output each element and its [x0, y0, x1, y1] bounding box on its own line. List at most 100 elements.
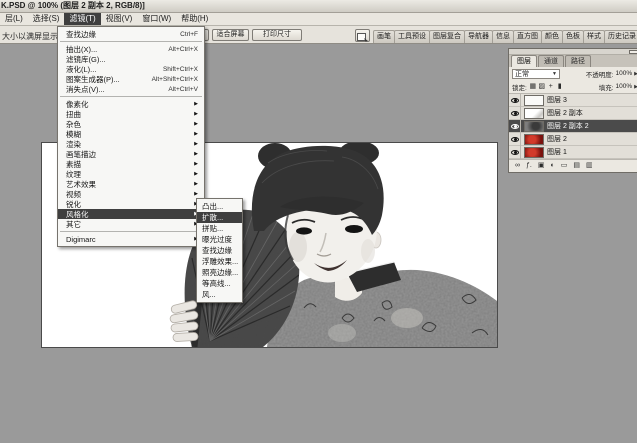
filter-menu-item[interactable]: 渲染 ▶ [58, 139, 204, 149]
menu-bar: 层(L) 选择(S) 滤镜(T) 视图(V) 窗口(W) 帮助(H) [0, 13, 637, 26]
lock-all-icon[interactable]: ▮ [556, 83, 564, 91]
filter-menu-item[interactable]: 模糊 ▶ [58, 129, 204, 139]
lock-row: 锁定: ▦ ▨ + ▮ 填充: 100% ▶ [509, 80, 637, 93]
palette-well-tab[interactable]: 颜色 [541, 30, 563, 43]
layer-style-icon[interactable]: ƒ. [526, 162, 532, 170]
submenu-item[interactable]: 照亮边缘... [197, 267, 242, 278]
filter-menu: 查找边缘 Ctrl+F 抽出(X)... Alt+Ctrl+X 滤镜库(G)..… [57, 26, 205, 247]
palette-well-tab[interactable]: 直方图 [513, 30, 542, 43]
visibility-toggle[interactable] [509, 93, 521, 107]
palette-well-tab[interactable]: 工具预设 [394, 30, 430, 43]
filter-menu-item[interactable]: 其它 ▶ [58, 219, 204, 229]
blend-mode-select[interactable]: 正常 ▼ [512, 68, 560, 79]
filter-menu-item[interactable]: 杂色 ▶ [58, 119, 204, 129]
palette-collapse-button[interactable] [629, 50, 637, 54]
visibility-toggle[interactable] [509, 132, 521, 146]
submenu-item[interactable]: 浮雕效果... [197, 256, 242, 267]
filter-menu-item[interactable]: 风格化 ▶ [58, 209, 204, 219]
filter-menu-item[interactable]: 图案生成器(P)... Alt+Shift+Ctrl+X [58, 74, 204, 84]
filter-menu-item[interactable]: 素描 ▶ [58, 159, 204, 169]
palette-well-tab[interactable]: 画笔 [373, 30, 395, 43]
file-browser-button[interactable] [355, 29, 370, 42]
palette-well-tab[interactable]: 导航器 [464, 30, 493, 43]
opacity-value[interactable]: 100% [616, 70, 633, 77]
submenu-item[interactable]: 曝光过度 [197, 234, 242, 245]
menu-bar-item[interactable]: 视图(V) [101, 13, 138, 25]
palette-well-tab[interactable]: 图层复合 [429, 30, 465, 43]
menu-item-label: 浮雕效果... [202, 257, 239, 266]
fill-label: 填充: [598, 84, 614, 92]
submenu-item[interactable]: 风... [197, 289, 242, 300]
filter-menu-item[interactable]: 艺术效果 ▶ [58, 179, 204, 189]
submenu-arrow-icon: ▶ [194, 111, 198, 117]
visibility-toggle[interactable] [509, 106, 521, 120]
palette-tabs: 图层 通道 路径 [509, 55, 637, 67]
filter-menu-item[interactable]: 滤镜库(G)... [58, 54, 204, 64]
palette-tab[interactable]: 通道 [538, 55, 564, 67]
filter-menu-item[interactable]: 消失点(V)... Alt+Ctrl+V [58, 84, 204, 94]
palette-well-tab[interactable]: 样式 [583, 30, 605, 43]
adjustment-layer-icon[interactable]: ◐ [550, 162, 554, 170]
blend-mode-row: 正常 ▼ 不透明度: 100% ▶ [509, 67, 637, 80]
filter-menu-item[interactable]: 视频 ▶ [58, 189, 204, 199]
menu-bar-item[interactable]: 窗口(W) [137, 13, 176, 25]
filter-menu-item[interactable]: 查找边缘 Ctrl+F [58, 29, 204, 39]
palette-tab-label: 图层 [517, 58, 531, 65]
palette-well-tab[interactable]: 信息 [492, 30, 514, 43]
filter-menu-item[interactable]: 扭曲 ▶ [58, 109, 204, 119]
submenu-arrow-icon: ▶ [194, 171, 198, 177]
visibility-toggle[interactable] [509, 119, 521, 133]
opacity-label: 不透明度: [585, 71, 614, 79]
submenu-item[interactable]: 凸出... [197, 201, 242, 212]
submenu-arrow-icon: ▶ [194, 191, 198, 197]
filter-menu-item[interactable]: 像素化 ▶ [58, 99, 204, 109]
visibility-toggle[interactable] [509, 145, 521, 159]
submenu-item[interactable]: 等高线... [197, 278, 242, 289]
layer-row[interactable]: 图层 1 [509, 145, 637, 159]
lock-transparency-icon[interactable]: ▦ [529, 83, 537, 91]
submenu-item[interactable]: 查找边缘 [197, 245, 242, 256]
filter-menu-item[interactable]: 抽出(X)... Alt+Ctrl+X [58, 44, 204, 54]
menu-separator [60, 96, 202, 97]
print-size-button[interactable]: 打印尺寸 [252, 29, 302, 41]
palette-tab-label: 路径 [571, 58, 585, 65]
menu-item-label: 等高线... [202, 279, 231, 288]
layer-row[interactable]: 图层 3 [509, 93, 637, 107]
menu-bar-item[interactable]: 滤镜(T) [64, 13, 101, 25]
menu-bar-item[interactable]: 帮助(H) [176, 13, 213, 25]
palette-well-tab-label: 色板 [566, 33, 580, 40]
palette-well-tab[interactable]: 色板 [562, 30, 584, 43]
submenu-item[interactable]: 拼贴... [197, 223, 242, 234]
filter-menu-item[interactable]: 画笔描边 ▶ [58, 149, 204, 159]
menu-bar-item[interactable]: 选择(S) [28, 13, 65, 25]
menu-separator [60, 41, 202, 42]
link-layers-icon[interactable]: ∞ [515, 162, 520, 170]
layer-row[interactable]: 图层 2 副本 2 [509, 119, 637, 133]
fill-value[interactable]: 100% [616, 83, 633, 90]
layer-mask-icon[interactable]: ▣ [538, 162, 545, 170]
new-layer-icon[interactable]: ▤ [573, 162, 580, 170]
menu-shortcut: Alt+Shift+Ctrl+X [151, 75, 198, 83]
filter-menu-item[interactable]: 液化(L)... Shift+Ctrl+X [58, 64, 204, 74]
filter-menu-item[interactable]: Digimarc ▶ [58, 234, 204, 244]
fit-screen-button[interactable]: 适合屏幕 [212, 29, 249, 41]
layer-thumbnail [524, 107, 544, 119]
filter-menu-item[interactable]: 纹理 ▶ [58, 169, 204, 179]
menu-bar-item-label: 窗口(W) [142, 14, 172, 23]
palette-tab[interactable]: 图层 [511, 55, 537, 67]
document-title: K.PSD @ 100% (图层 2 副本 2, RGB/8)] [1, 1, 145, 10]
palette-well-tab-label: 信息 [496, 33, 510, 40]
submenu-arrow-icon: ▶ [194, 131, 198, 137]
layer-group-icon[interactable]: ▭ [561, 162, 568, 170]
filter-menu-item[interactable]: 锐化 ▶ [58, 199, 204, 209]
submenu-item[interactable]: 扩散... [197, 212, 242, 223]
lock-position-icon[interactable]: + [547, 83, 555, 91]
menu-bar-item[interactable]: 层(L) [0, 13, 28, 25]
palette-tab[interactable]: 路径 [565, 55, 591, 67]
palette-well-tab[interactable]: 历史记录 [604, 30, 637, 43]
layer-row[interactable]: 图层 2 [509, 132, 637, 146]
delete-layer-icon[interactable]: ▥ [586, 162, 593, 170]
layer-row[interactable]: 图层 2 副本 [509, 106, 637, 120]
lock-paint-icon[interactable]: ▨ [538, 83, 546, 91]
palette-well-tab-label: 导航器 [468, 33, 489, 40]
